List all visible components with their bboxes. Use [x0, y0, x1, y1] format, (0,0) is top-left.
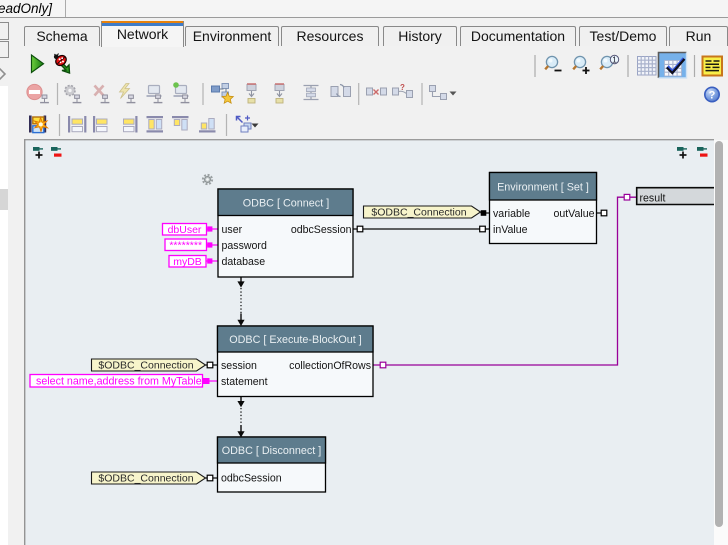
svg-text:ODBC [ Execute-BlockOut ]: ODBC [ Execute-BlockOut ] [229, 334, 362, 346]
svg-text:database: database [222, 256, 266, 268]
svg-text:odbcSession: odbcSession [221, 472, 282, 484]
svg-text:ODBC [ Disconnect ]: ODBC [ Disconnect ] [222, 445, 322, 457]
svg-text:dbUser: dbUser [168, 224, 202, 236]
svg-text:********: ******** [169, 239, 202, 251]
svg-text:collectionOfRows: collectionOfRows [289, 360, 371, 372]
svg-text:ODBC [ Connect ]: ODBC [ Connect ] [243, 197, 329, 209]
svg-text:myDB: myDB [173, 256, 202, 268]
svg-text:variable: variable [493, 208, 530, 220]
svg-text:user: user [222, 224, 243, 236]
svg-text:odbcSession: odbcSession [291, 224, 352, 236]
svg-text:result: result [640, 192, 666, 204]
svg-text:?: ? [709, 89, 716, 101]
svg-text:select name,address from MyTab: select name,address from MyTable [36, 376, 202, 388]
svg-text:Environment [ Set ]: Environment [ Set ] [497, 181, 589, 193]
svg-text:outValue: outValue [553, 208, 594, 220]
svg-text:password: password [222, 240, 267, 252]
svg-text:$ODBC_Connection: $ODBC_Connection [371, 207, 466, 219]
svg-text:?: ? [400, 83, 405, 92]
svg-text:statement: statement [221, 376, 268, 388]
svg-text:1: 1 [612, 56, 617, 65]
svg-text:inValue: inValue [493, 224, 528, 236]
svg-text:$ODBC_Connection: $ODBC_Connection [98, 473, 193, 485]
svg-text:session: session [221, 360, 257, 372]
svg-text:$ODBC_Connection: $ODBC_Connection [98, 360, 193, 372]
